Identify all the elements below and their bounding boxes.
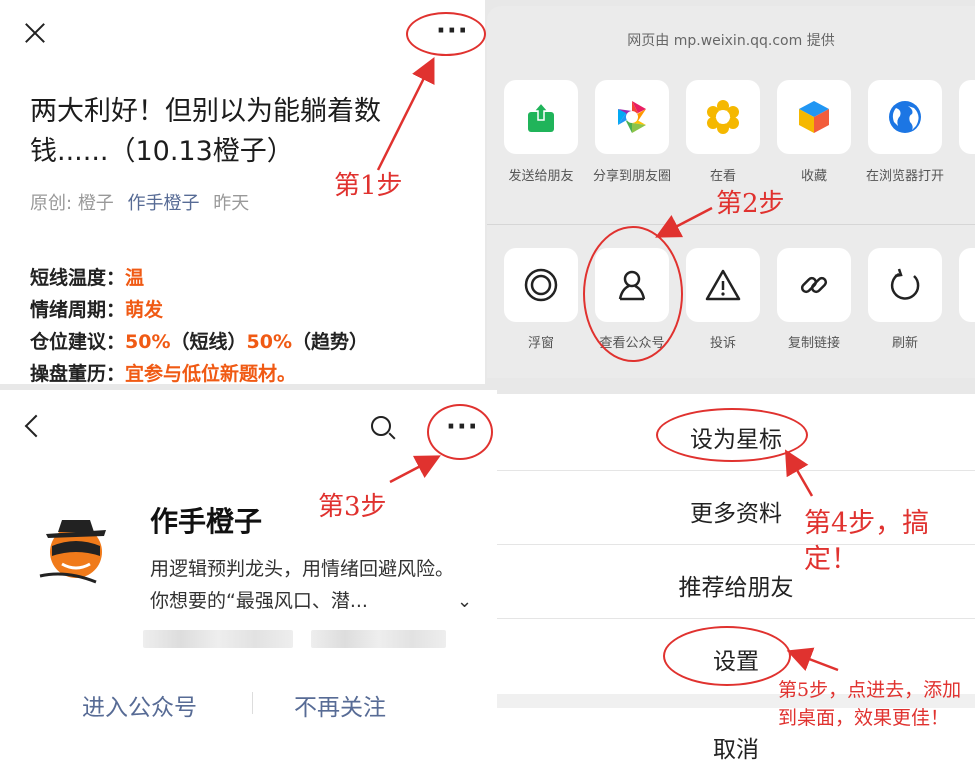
annotation-arrows xyxy=(376,57,839,672)
step5-note: 第5步，点进去，添加到桌面，效果更佳！ xyxy=(778,679,962,729)
step1-note: 第1步 xyxy=(334,171,403,201)
step3-note: 第3步 xyxy=(318,492,387,522)
step4-note: 第4步，搞定！ xyxy=(804,508,930,575)
step2-note: 第2步 xyxy=(716,189,785,219)
